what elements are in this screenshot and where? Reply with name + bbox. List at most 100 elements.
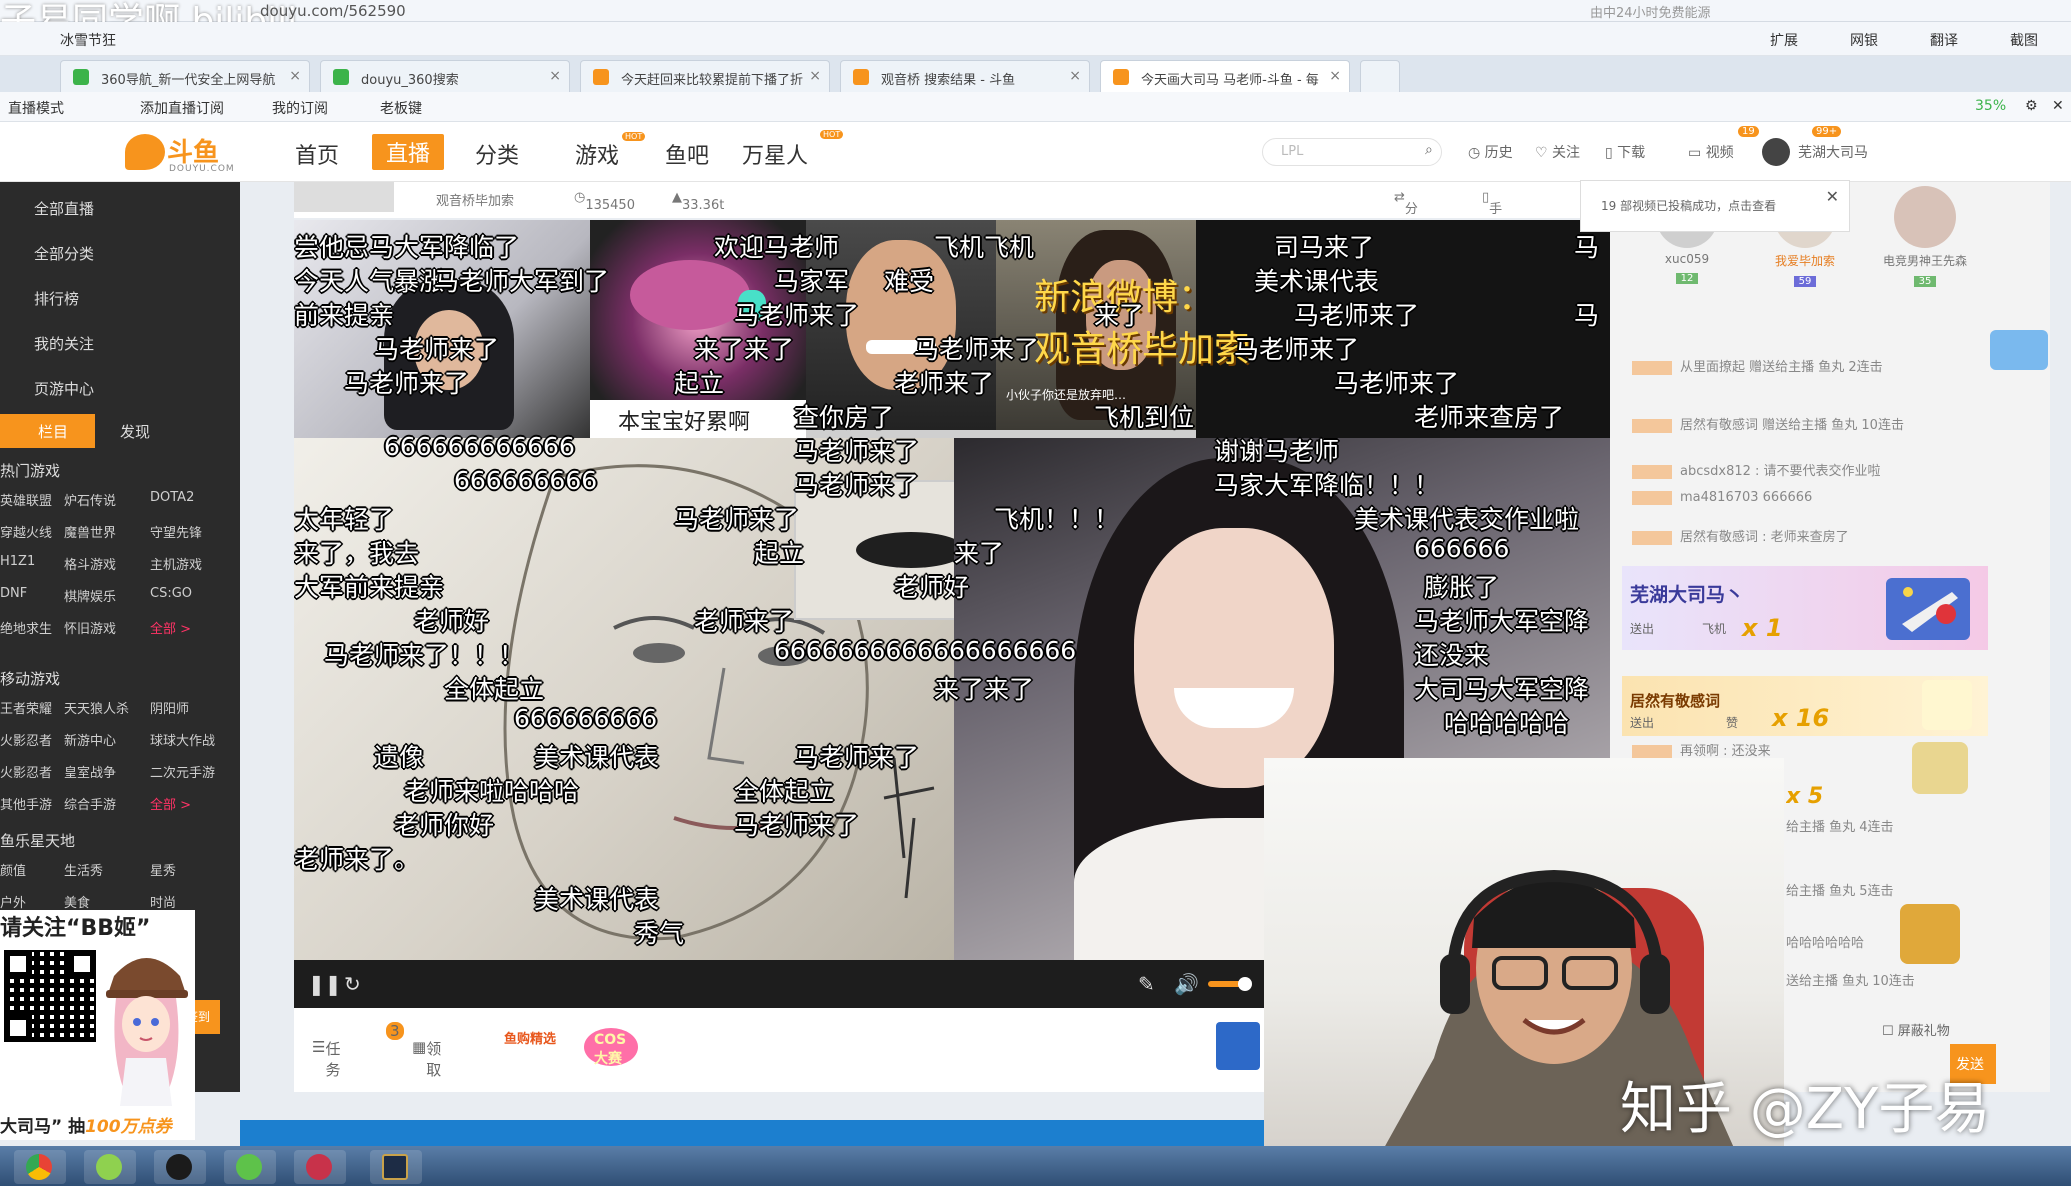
nav-wanxingren[interactable]: 万星人 [742, 138, 808, 170]
username[interactable]: 芜湖大司马 [1798, 142, 1868, 162]
url-text[interactable]: douyu.com/562590 [260, 2, 406, 20]
sidebar-game-link[interactable]: 综合手游 [64, 794, 116, 813]
sidebar-game-link[interactable]: CS:GO [150, 586, 192, 601]
anchor-avatar[interactable] [294, 182, 394, 212]
sidebar-game-link[interactable]: 炉石传说 [64, 490, 116, 509]
douyu-logo[interactable]: 斗鱼 DOUYU.COM [125, 128, 235, 174]
sidebar-game-link[interactable]: 王者荣耀 [0, 698, 52, 717]
nav-home[interactable]: 首页 [295, 138, 339, 170]
volume-icon[interactable]: 🔊 [1174, 972, 1199, 996]
toolbar-extension[interactable]: 扩展 [1770, 30, 1798, 50]
my-subscription[interactable]: 我的订阅 [272, 98, 328, 118]
browser-tab[interactable]: 360导航_新一代安全上网导航 × [60, 60, 310, 92]
close-icon[interactable]: × [549, 68, 561, 84]
anchor-name[interactable]: 观音桥毕加索 [436, 190, 514, 209]
recommend-badge[interactable] [1990, 330, 2048, 370]
sidebar-game-link[interactable]: 其他手游 [0, 794, 52, 813]
phone-watch-link[interactable]: ▯ 手机看直播 [1482, 190, 1502, 293]
follow-link[interactable]: ♡ 关注 [1535, 142, 1580, 162]
close-icon[interactable]: ✕ [1826, 187, 1839, 206]
volume-knob[interactable] [1238, 977, 1252, 991]
address-bar[interactable]: 子易同学啊 bilibili douyu.com/562590 由中24小时免费… [0, 0, 2071, 42]
sidebar-game-link[interactable]: 时尚 [150, 892, 176, 911]
browser-tab[interactable]: 观音桥 搜索结果 - 斗鱼 × [840, 60, 1090, 92]
toolbar-screenshot[interactable]: 截图 [2010, 30, 2038, 50]
sidebar-game-link[interactable]: 主机游戏 [150, 554, 202, 573]
cos-contest-button[interactable]: COS大赛 [584, 1028, 638, 1067]
sidebar-game-link[interactable]: 球球大作战 [150, 730, 215, 749]
boss-key[interactable]: 老板键 [380, 98, 422, 118]
browser-tab[interactable]: 今天赶回来比较累提前下播了折 × [580, 60, 830, 92]
browser-tab[interactable]: douyu_360搜索 × [320, 60, 570, 92]
sidebar-game-link[interactable]: 户外 [0, 892, 26, 911]
sidebar-game-link[interactable]: 生活秀 [64, 860, 103, 879]
claim-button[interactable]: ▦ 领取 [412, 1038, 441, 1079]
search-icon[interactable]: ⌕ [1425, 142, 1433, 158]
avatar[interactable] [1762, 138, 1790, 166]
sidebar-game-link[interactable]: 怀旧游戏 [64, 618, 116, 637]
taskbar-steam[interactable] [154, 1150, 206, 1184]
sidebar-game-link[interactable]: 英雄联盟 [0, 490, 52, 509]
live-mode[interactable]: 直播模式 [8, 98, 64, 118]
tab-discover[interactable]: 发现 [120, 421, 150, 442]
sidebar-item-webgame[interactable]: 页游中心 [0, 366, 240, 410]
sidebar-game-link[interactable]: 棋牌娱乐 [64, 586, 116, 605]
close-icon[interactable]: × [289, 68, 301, 84]
sidebar-game-link[interactable]: 颜值 [0, 860, 26, 879]
sidebar-game-link[interactable]: 星秀 [150, 860, 176, 879]
sidebar-game-link[interactable]: DOTA2 [150, 490, 194, 505]
promo-card[interactable]: 请关注“BB姬” 大司马” 抽100万点券 [0, 910, 195, 1140]
pause-icon[interactable]: ❚❚ [308, 972, 342, 996]
sidebar-game-link[interactable]: 格斗游戏 [64, 554, 116, 573]
close-icon[interactable]: × [1069, 68, 1081, 84]
sidebar-game-link[interactable]: 美食 [64, 892, 90, 911]
sidebar-game-link[interactable]: 天天狼人杀 [64, 698, 129, 717]
sidebar-game-link[interactable]: 绝地求生 [0, 618, 52, 637]
sidebar-game-link[interactable]: 全部 > [150, 794, 191, 813]
fan-rank-3[interactable]: 电竞男神王先森 35 [1880, 186, 1970, 288]
browser-tab-active[interactable]: 今天画大司马 马老师-斗鱼 - 每 × [1100, 60, 1350, 92]
nav-fishbar[interactable]: 鱼吧 [665, 138, 709, 170]
sidebar-game-link[interactable]: 火影忍者 [0, 730, 52, 749]
sidebar-game-link[interactable]: 守望先锋 [150, 522, 202, 541]
add-subscription[interactable]: 添加直播订阅 [140, 98, 224, 118]
new-tab-button[interactable] [1360, 60, 1400, 92]
nav-games[interactable]: 游戏 [575, 138, 619, 170]
taskbar-360safe[interactable] [224, 1150, 276, 1184]
task-button[interactable]: ☰ 任务 [312, 1038, 340, 1079]
upload-notice[interactable]: 19 部视频已投稿成功，点击查看 ✕ [1580, 180, 1850, 232]
taskbar-game[interactable] [294, 1150, 346, 1184]
refresh-icon[interactable]: ↻ [344, 972, 361, 996]
toolbar-bank[interactable]: 网银 [1850, 30, 1878, 50]
search-input[interactable]: LPL [1262, 138, 1442, 166]
sidebar-game-link[interactable]: DNF [0, 586, 27, 601]
close-icon[interactable]: × [809, 68, 821, 84]
sidebar-item-all-category[interactable]: 全部分类 [0, 231, 240, 275]
sidebar-game-link[interactable]: 穿越火线 [0, 522, 52, 541]
close-icon[interactable]: × [1329, 68, 1341, 84]
taskbar-360[interactable] [84, 1150, 136, 1184]
shield-gift-toggle[interactable]: ☐ 屏蔽礼物 [1882, 1020, 1950, 1039]
sidebar-item-rank[interactable]: 排行榜 [0, 276, 240, 320]
sidebar-game-link[interactable]: 阴阳师 [150, 698, 189, 717]
nav-category[interactable]: 分类 [475, 138, 519, 170]
gear-icon[interactable]: ⚙ [2025, 98, 2038, 114]
sidebar-game-link[interactable]: 新游中心 [64, 730, 116, 749]
taskbar-lol[interactable] [370, 1150, 422, 1184]
danmaku-edit-icon[interactable]: ✎ [1138, 972, 1155, 996]
nav-live[interactable]: 直播 [372, 134, 445, 170]
sidebar-game-link[interactable]: 全部 > [150, 618, 191, 637]
sidebar-game-link[interactable]: H1Z1 [0, 554, 35, 569]
history-link[interactable]: ◷ 历史 [1468, 142, 1513, 162]
toolbar-translate[interactable]: 翻译 [1930, 30, 1958, 50]
bookmark-item[interactable]: 冰雪节狂 [60, 30, 116, 50]
tab-columns[interactable]: 栏目 [0, 414, 95, 448]
sidebar-game-link[interactable]: 火影忍者 [0, 762, 52, 781]
taskbar-chrome[interactable] [14, 1150, 66, 1184]
sidebar-game-link[interactable]: 皇室战争 [64, 762, 116, 781]
sidebar-item-all-live[interactable]: 全部直播 [0, 186, 240, 230]
download-link[interactable]: ▯ 下载 [1605, 142, 1645, 162]
close-icon[interactable]: ✕ [2052, 98, 2064, 114]
sidebar-game-link[interactable]: 魔兽世界 [64, 522, 116, 541]
share-link[interactable]: ⇄ 分享 [1394, 190, 1418, 236]
